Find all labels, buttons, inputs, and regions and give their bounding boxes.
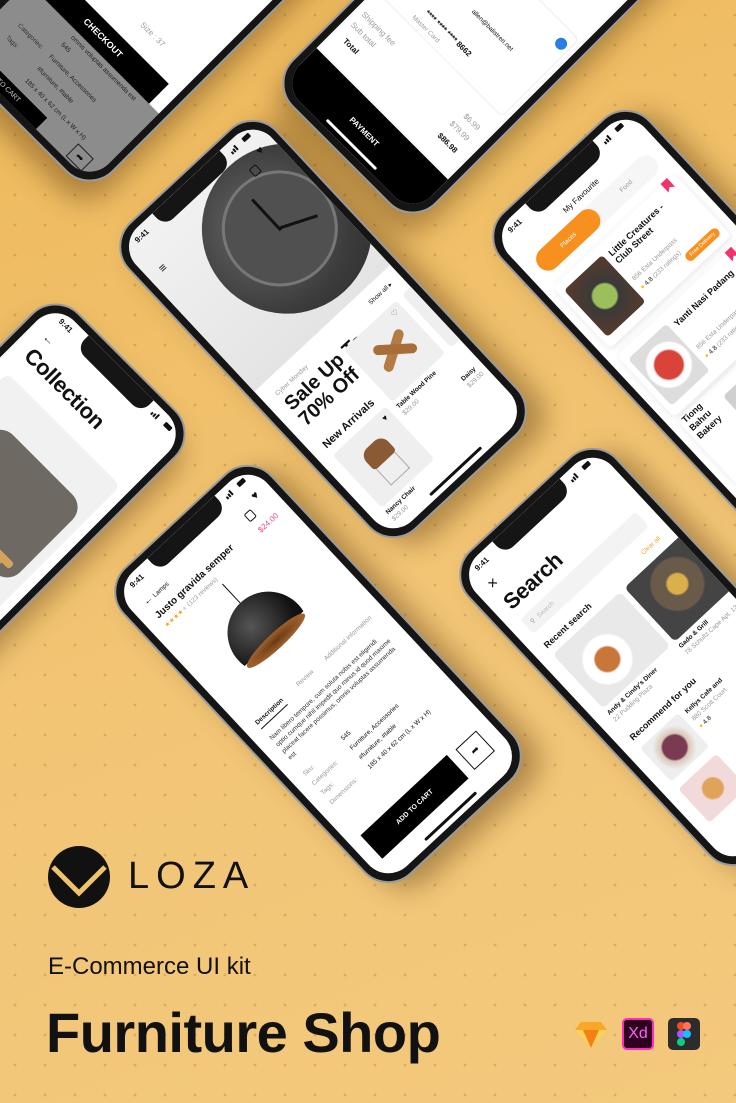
food-image <box>723 360 736 444</box>
home-indicator <box>429 446 483 497</box>
tab-review[interactable]: Review <box>295 669 315 689</box>
bookmark-icon[interactable] <box>724 247 736 262</box>
close-icon[interactable]: ✕ <box>485 575 502 592</box>
show-all-link[interactable]: Show all ▸ <box>367 280 393 307</box>
product-screen: 9:41 ← Lamps ♥ $24.00 Justo gravida semp… <box>112 463 524 885</box>
free-delivery-badge: Free Delivery <box>683 226 722 263</box>
food-image <box>563 254 646 338</box>
clear-all-link[interactable]: Clear all <box>640 535 662 556</box>
spec-label: Tags: <box>4 34 21 51</box>
title: Furniture Shop <box>46 1001 441 1064</box>
status-time: 9:41 <box>56 316 75 335</box>
spec-label: Dimensions: <box>328 776 360 807</box>
spec-label: Categories: <box>310 759 340 788</box>
row-value: $86.98 <box>435 131 460 155</box>
lamp-cord <box>222 583 242 605</box>
search-placeholder: Search <box>535 599 556 619</box>
show-all-label: Show all <box>367 284 391 307</box>
spec-label: Tags: <box>319 780 336 797</box>
row-label: Total <box>341 36 361 57</box>
share-icon: ➦ <box>72 150 87 165</box>
rating: 4.8 <box>643 275 655 288</box>
status-icons <box>569 460 592 483</box>
add-to-cart-button[interactable]: ADD TO CART <box>360 754 469 859</box>
add-to-cart-label: ADD TO CART <box>0 65 22 104</box>
status-icons <box>150 410 173 433</box>
breadcrumb: Lamps <box>151 580 171 600</box>
search-icon: ⚲ <box>529 617 538 626</box>
status-time: 9:41 <box>128 572 146 590</box>
sketch-icon <box>575 1022 607 1048</box>
phone-product-detail: 9:41 ← Lamps ♥ $24.00 Justo gravida semp… <box>100 450 536 898</box>
spec-value: 545 <box>339 729 353 743</box>
status-icons <box>224 477 247 500</box>
loza-logo <box>48 846 110 908</box>
heart-outline-icon[interactable]: ♡ <box>389 307 400 318</box>
status-icons <box>602 122 625 145</box>
collection-screen: 9:41 ← Collection <box>0 302 187 718</box>
spec-label: Sku: <box>301 763 317 778</box>
spec-label: Categories: <box>16 22 45 51</box>
xd-icon: Xd <box>622 1018 654 1050</box>
subtitle: E-Commerce UI kit <box>48 953 251 980</box>
heart-icon[interactable]: ♥ <box>249 489 262 502</box>
share-button[interactable]: ➦ <box>65 143 94 172</box>
share-button[interactable]: ➦ <box>455 730 496 771</box>
price: $24.00 <box>256 511 281 535</box>
brand-name: LOZA <box>128 855 256 897</box>
home-screen: 9:41 ≡ ♥ Cyber Monday Sale Up To 70% Off … <box>117 118 529 540</box>
phone-home-sale: 9:41 ≡ ♥ Cyber Monday Sale Up To 70% Off … <box>105 105 541 553</box>
spec-value: 545 <box>59 41 72 55</box>
share-icon: ➦ <box>468 743 483 758</box>
recommend-rating: 4.8 <box>701 714 714 726</box>
heart-icon[interactable]: ♥ <box>380 413 390 423</box>
search-screen: 9:41 ✕ Search ⚲ Search Recent search Cle… <box>457 446 736 868</box>
bag-icon[interactable] <box>243 508 258 523</box>
figma-icon <box>668 1018 700 1050</box>
status-time: 9:41 <box>473 555 491 573</box>
back-arrow-icon[interactable]: ← <box>40 330 58 348</box>
notch <box>492 478 572 555</box>
status-time: 9:41 <box>506 217 524 235</box>
add-to-cart-button[interactable]: ADD TO CART <box>0 40 48 130</box>
phone-search: 9:41 ✕ Search ⚲ Search Recent search Cle… <box>445 433 736 881</box>
food-image <box>628 323 710 406</box>
